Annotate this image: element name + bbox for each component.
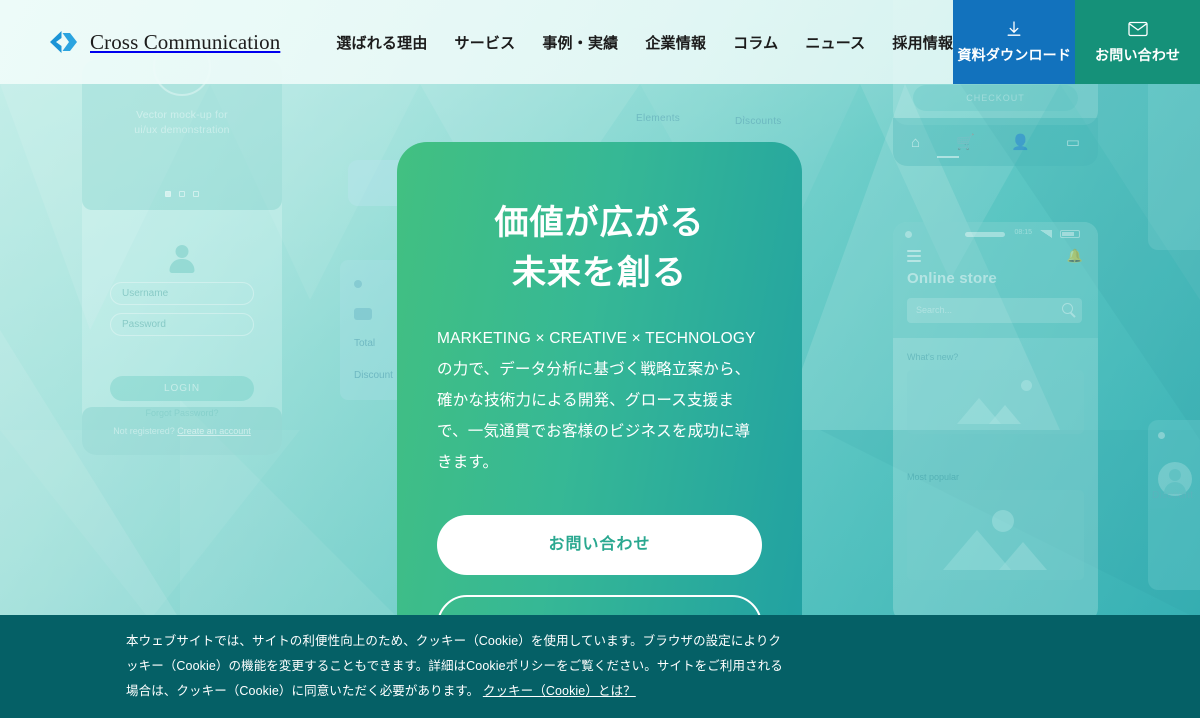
home-icon: ⌂ bbox=[911, 133, 921, 151]
bg-mock-status-time: 08:15 bbox=[1014, 229, 1032, 236]
bg-label-elements: Elements bbox=[636, 113, 681, 124]
bg-mock-caption-line1: Vector mock-up for bbox=[136, 109, 228, 121]
nav-recruit[interactable]: 採用情報 bbox=[892, 32, 953, 53]
bg-mock-tabbar: ⌂ 🛒 👤 ▭ bbox=[893, 118, 1098, 166]
bg-mock-store-phone: 08:15 🔔 Online store Search... What's ne… bbox=[893, 222, 1098, 622]
bg-mock-store-title: Online store bbox=[907, 270, 997, 287]
hero-card: 価値が広がる 未来を創る MARKETING × CREATIVE × TECH… bbox=[397, 142, 802, 642]
cookie-banner-text: 本ウェブサイトでは、サイトの利便性向上のため、クッキー（Cookie）を使用して… bbox=[0, 629, 790, 704]
bg-mock-image-placeholder-1 bbox=[907, 370, 1084, 434]
page-title: 価値が広がる 未来を創る bbox=[437, 198, 762, 298]
cart-icon: 🛒 bbox=[956, 134, 975, 151]
hero-title-line1: 価値が広がる bbox=[494, 204, 705, 242]
download-icon bbox=[1005, 19, 1023, 39]
site-logo[interactable]: Cross Communication bbox=[0, 0, 280, 84]
bg-mock-login-button: LOGIN bbox=[110, 376, 254, 401]
hero-description: MARKETING × CREATIVE × TECHNOLOGYの力で、データ… bbox=[437, 330, 756, 471]
bg-mock-login-phone: Vector mock-up for ui/ux demonstration U… bbox=[82, 38, 282, 455]
hero-contact-button[interactable]: お問い合わせ bbox=[437, 515, 762, 575]
bg-mock-carousel-dots bbox=[82, 185, 282, 203]
bg-mock-statusbar: 08:15 bbox=[903, 229, 1088, 239]
bg-mock-user-icon bbox=[169, 245, 195, 275]
hamburger-icon bbox=[907, 250, 921, 265]
main-nav: 選ばれる理由 サービス 事例・実績 企業情報 コラム ニュース 採用情報 bbox=[336, 0, 953, 84]
cross-chevron-logo-icon bbox=[50, 31, 77, 53]
bg-mock-store-header: 08:15 🔔 Online store Search... bbox=[893, 222, 1098, 338]
bg-mock-caption: Vector mock-up for ui/ux demonstration bbox=[82, 108, 282, 138]
nav-service[interactable]: サービス bbox=[455, 32, 516, 53]
site-logo-text: Cross Communication bbox=[90, 29, 281, 54]
signal-icon bbox=[1040, 230, 1052, 238]
bg-mock-section-popular: Most popular bbox=[907, 472, 960, 482]
bg-mock-search-field: Search... bbox=[907, 298, 1082, 323]
bg-list-stub-label2: Discount bbox=[354, 370, 393, 381]
bell-icon: 🔔 bbox=[1066, 248, 1083, 263]
bg-mock-register-link: Create an account bbox=[177, 426, 251, 436]
battery-icon bbox=[1060, 230, 1080, 238]
bg-mock-image-placeholder-2 bbox=[907, 490, 1084, 580]
mail-icon bbox=[1128, 19, 1148, 39]
header-download-label: 資料ダウンロード bbox=[957, 47, 1072, 63]
bg-panel-right-bottom bbox=[1148, 420, 1200, 590]
bg-mock-register-prefix: Not registered? bbox=[113, 426, 175, 436]
nav-company[interactable]: 企業情報 bbox=[645, 32, 706, 53]
bg-avatar-icon bbox=[1158, 462, 1192, 496]
bg-mock-password-field: Password bbox=[110, 313, 254, 336]
person-icon: 👤 bbox=[1010, 134, 1030, 151]
bg-mock-caption-line2: ui/ux demonstration bbox=[134, 124, 230, 136]
bg-mock-search-placeholder: Search... bbox=[916, 305, 953, 315]
bg-mock-checkout-button: CHECKOUT bbox=[913, 85, 1078, 111]
bg-mock-register-row: Not registered? Create an account bbox=[82, 407, 282, 455]
cookie-policy-link[interactable]: クッキー（Cookie）とは？ bbox=[483, 684, 636, 698]
search-icon bbox=[1062, 303, 1073, 314]
bg-mock-username-field: Username bbox=[110, 282, 254, 305]
nav-cases[interactable]: 事例・実績 bbox=[542, 32, 618, 53]
nav-column[interactable]: コラム bbox=[733, 32, 778, 53]
nav-news[interactable]: ニュース bbox=[805, 32, 865, 53]
wallet-icon: ▭ bbox=[1065, 134, 1080, 151]
hero-title-line2: 未来を創る bbox=[512, 254, 687, 292]
cookie-banner: 本ウェブサイトでは、サイトの利便性向上のため、クッキー（Cookie）を使用して… bbox=[0, 615, 1200, 718]
site-header: Cross Communication 選ばれる理由 サービス 事例・実績 企業… bbox=[0, 0, 1200, 84]
bg-list-stub-label: Total bbox=[354, 338, 376, 349]
bg-label-discounts: Discounts bbox=[735, 116, 782, 127]
header-download-button[interactable]: 資料ダウンロード bbox=[953, 0, 1076, 84]
header-contact-button[interactable]: お問い合わせ bbox=[1075, 0, 1200, 84]
bg-mock-section-new: What's new? bbox=[907, 352, 959, 362]
cookie-banner-body: 本ウェブサイトでは、サイトの利便性向上のため、クッキー（Cookie）を使用して… bbox=[126, 634, 783, 698]
nav-reason[interactable]: 選ばれる理由 bbox=[336, 32, 427, 53]
header-contact-label: お問い合わせ bbox=[1095, 47, 1181, 63]
